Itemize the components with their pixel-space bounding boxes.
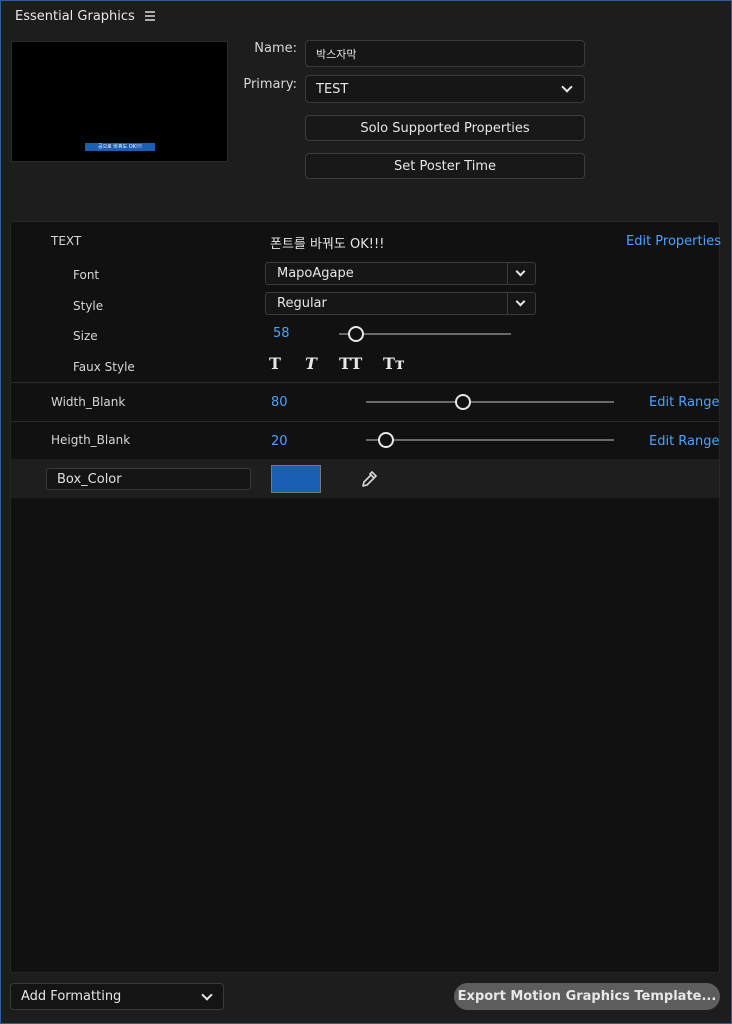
size-slider-track[interactable]: [339, 333, 511, 335]
template-preview: 공으로 바꿔도 OK!!!: [11, 41, 228, 162]
font-value: MapoAgape: [277, 266, 354, 281]
text-group-label: TEXT: [51, 234, 82, 248]
width-slider-track[interactable]: [366, 401, 614, 403]
style-label: Style: [73, 299, 104, 313]
width-blank-value[interactable]: 80: [271, 395, 288, 410]
faux-style-label: Faux Style: [73, 360, 135, 374]
size-value[interactable]: 58: [273, 326, 290, 341]
width-slider-knob[interactable]: [454, 394, 471, 410]
font-dropdown[interactable]: MapoAgape: [265, 262, 536, 285]
height-slider-track[interactable]: [366, 439, 614, 441]
height-edit-range-link[interactable]: Edit Range: [649, 434, 720, 449]
eyedropper-icon[interactable]: [359, 469, 379, 489]
font-label: Font: [73, 268, 100, 282]
properties-list: TEXT 폰트를 바꿔도 OK!!! Edit Properties Font …: [10, 221, 721, 973]
primary-value: TEST: [316, 81, 349, 97]
essential-graphics-panel: Essential Graphics 공으로 바꿔도 OK!!! Name: 박…: [0, 0, 732, 1024]
box-color-swatch[interactable]: [271, 465, 321, 493]
small-caps-button[interactable]: Tт: [383, 354, 405, 373]
style-dropdown[interactable]: Regular: [265, 292, 536, 315]
style-value: Regular: [277, 296, 327, 311]
box-color-name-field[interactable]: Box_Color: [46, 468, 251, 490]
faux-bold-button[interactable]: T: [269, 354, 281, 373]
preview-caption: 공으로 바꿔도 OK!!!: [85, 143, 155, 151]
export-motion-graphics-template-button[interactable]: Export Motion Graphics Template...: [454, 983, 720, 1010]
box-color-row: Box_Color: [11, 459, 719, 498]
faux-italic-button[interactable]: T: [305, 354, 317, 373]
width-blank-label: Width_Blank: [51, 395, 126, 409]
add-formatting-dropdown[interactable]: Add Formatting: [10, 983, 224, 1010]
chevron-down-icon: [561, 81, 573, 93]
height-blank-value[interactable]: 20: [271, 434, 288, 449]
height-blank-label: Heigth_Blank: [51, 433, 131, 447]
name-label: Name:: [254, 41, 297, 56]
size-slider-knob[interactable]: [348, 326, 365, 342]
style-dropdown-arrow[interactable]: [507, 293, 535, 314]
edit-properties-link[interactable]: Edit Properties: [626, 234, 721, 249]
divider: [11, 421, 719, 422]
chevron-down-icon: [515, 296, 526, 307]
height-slider-knob[interactable]: [377, 432, 394, 448]
solo-supported-properties-button[interactable]: Solo Supported Properties: [305, 115, 585, 141]
set-poster-time-button[interactable]: Set Poster Time: [305, 153, 585, 179]
width-edit-range-link[interactable]: Edit Range: [649, 395, 720, 410]
size-label: Size: [73, 329, 98, 343]
chevron-down-icon: [515, 266, 526, 277]
name-field[interactable]: 박스자막: [305, 40, 585, 67]
panel-title[interactable]: Essential Graphics: [15, 9, 135, 24]
text-value[interactable]: 폰트를 바꿔도 OK!!!: [270, 233, 384, 252]
add-formatting-label: Add Formatting: [21, 989, 122, 1004]
chevron-down-icon: [201, 989, 213, 1001]
primary-dropdown[interactable]: TEST: [305, 75, 585, 103]
all-caps-button[interactable]: TT: [339, 354, 362, 373]
divider: [11, 382, 719, 383]
font-dropdown-arrow[interactable]: [507, 263, 535, 284]
primary-label: Primary:: [243, 77, 297, 92]
hamburger-menu-icon[interactable]: [144, 11, 155, 21]
panel-header: Essential Graphics: [15, 7, 155, 25]
